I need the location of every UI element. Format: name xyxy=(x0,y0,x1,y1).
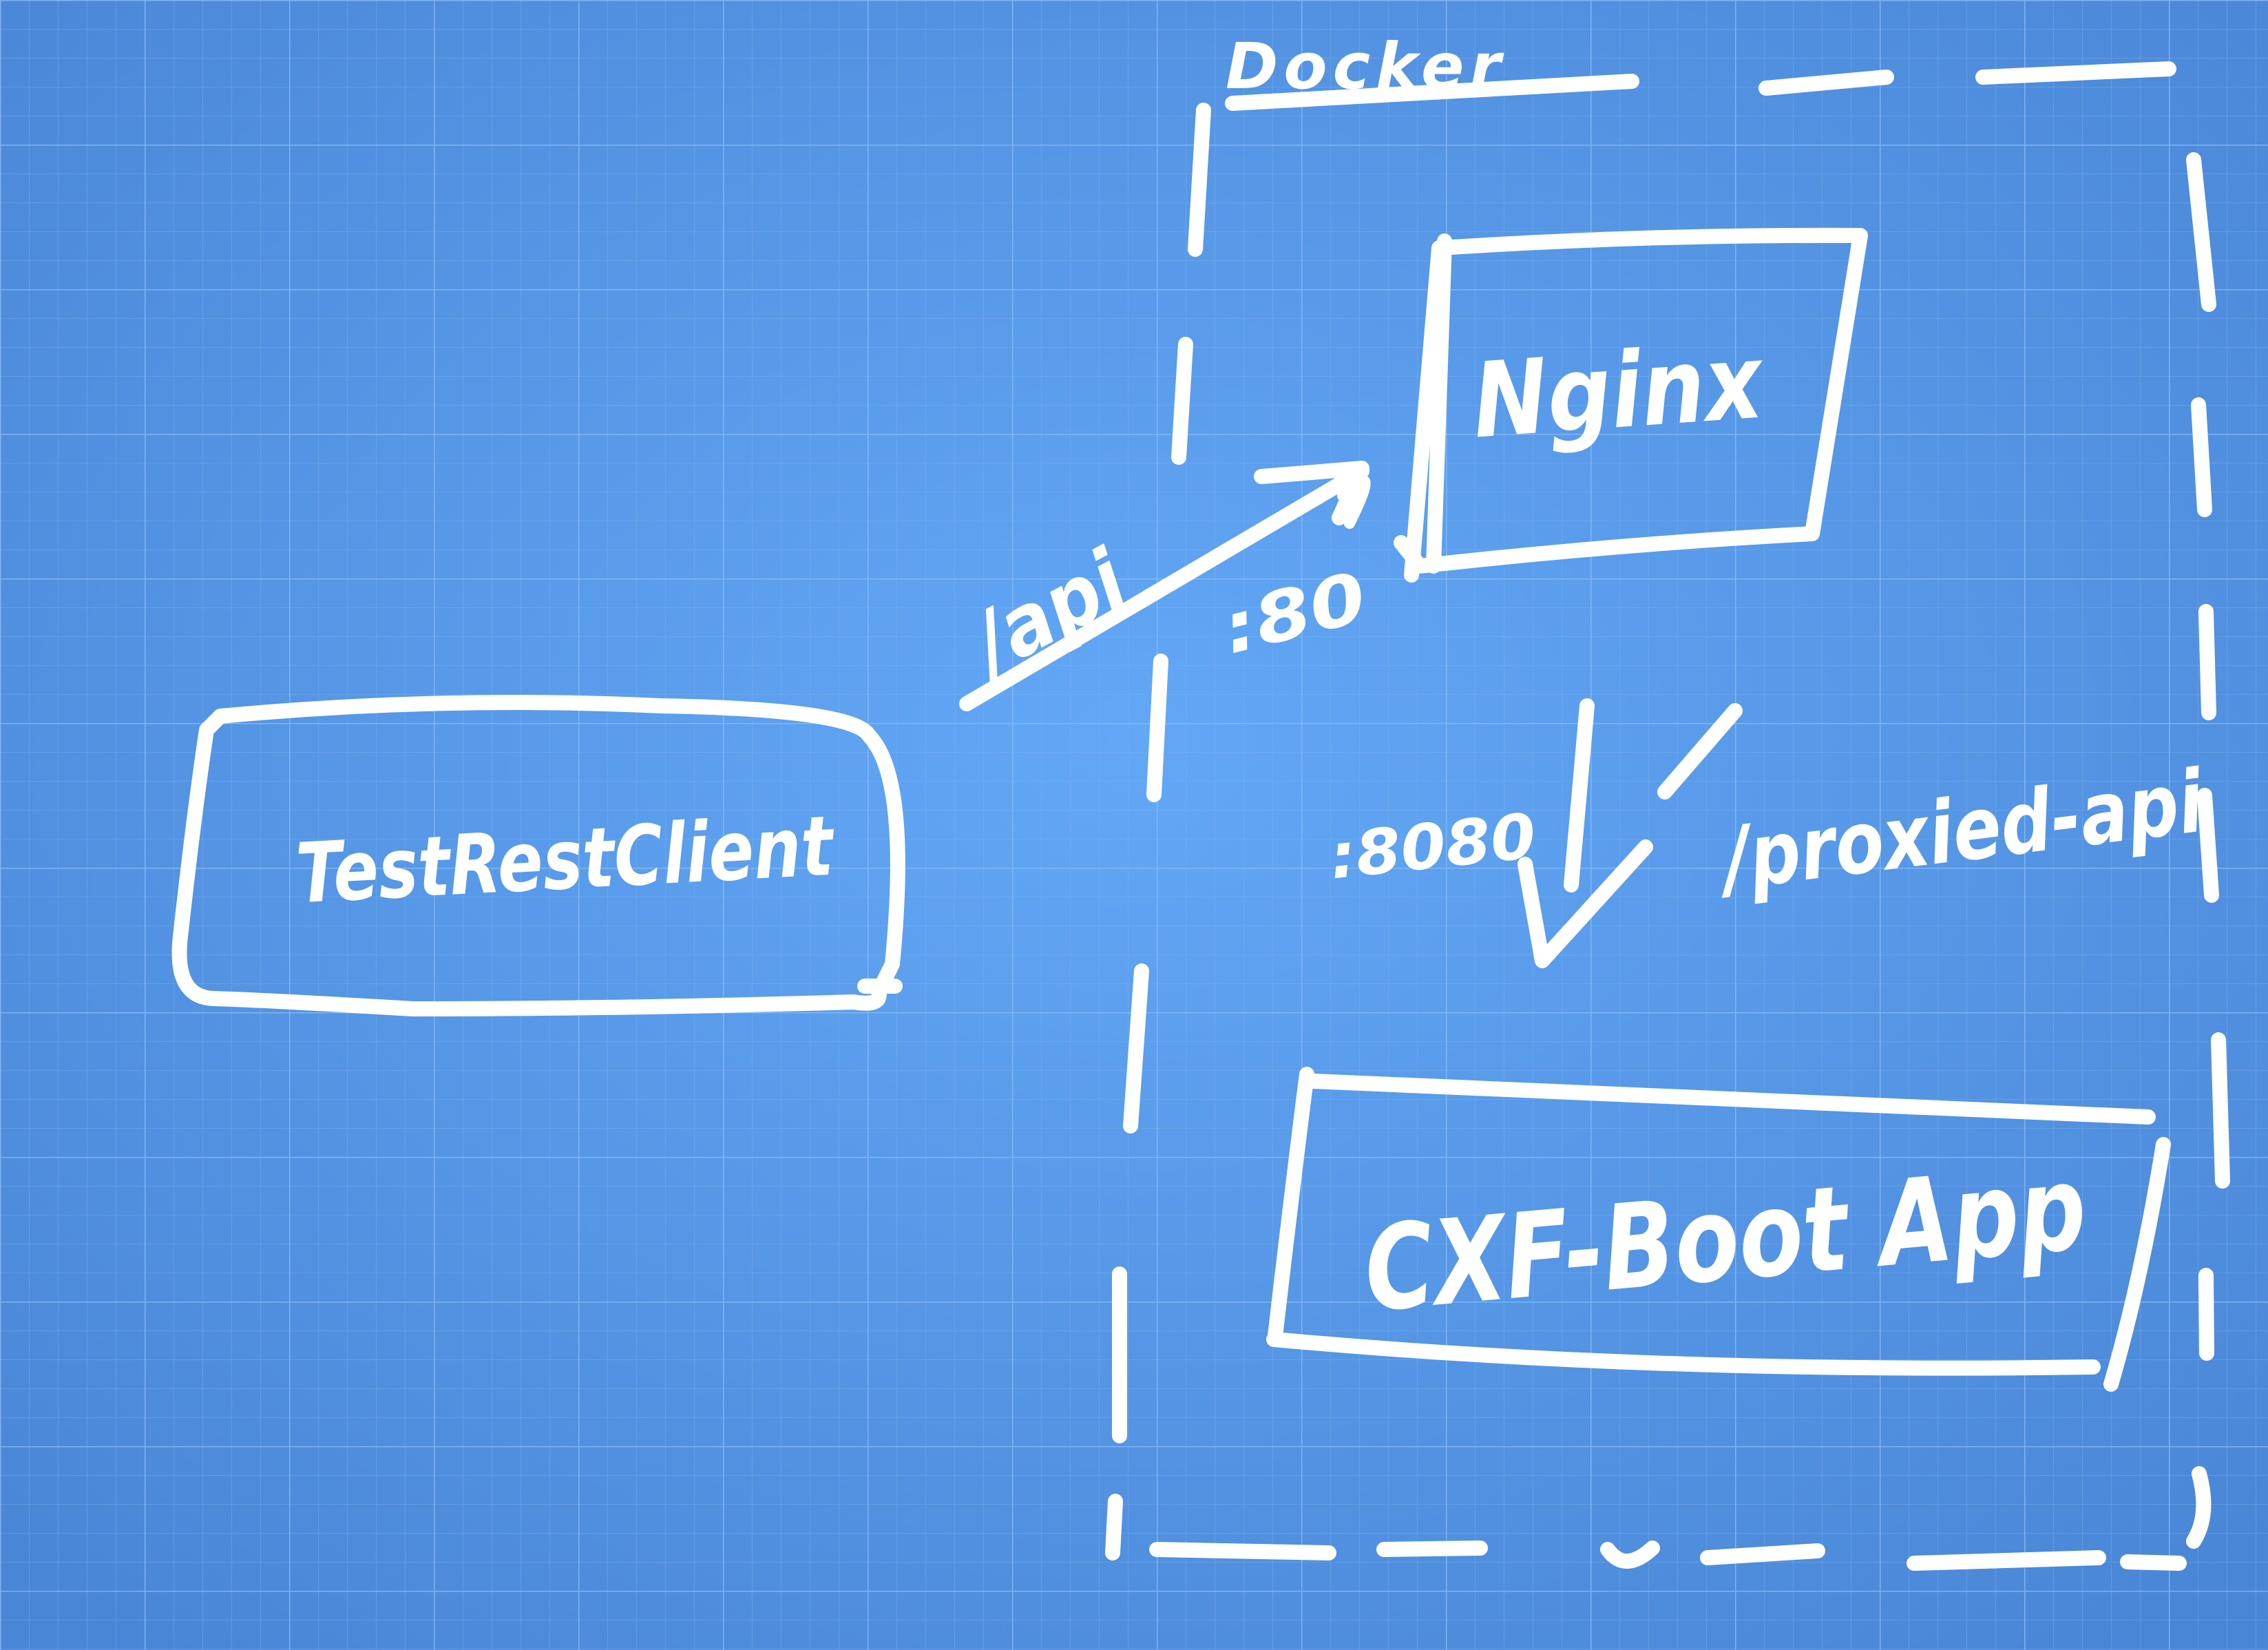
docker-bottom-dash-2 xyxy=(1376,1541,1488,1557)
docker-right-dash-5 xyxy=(2211,1032,2230,1189)
docker-left-dash-2 xyxy=(1171,337,1193,465)
docker-bottom-dash-6 xyxy=(2120,1554,2187,1571)
docker-right-dash-2 xyxy=(2191,397,2212,517)
proxy-label: Nginx xyxy=(1469,322,1769,461)
docker-left-dash-1 xyxy=(1188,103,1211,257)
docker-top-dash-2 xyxy=(1975,61,2176,85)
docker-bottom-dash-4 xyxy=(1700,1543,1825,1565)
docker-left-dash-3 xyxy=(1146,654,1168,802)
docker-bottom-dash-5 xyxy=(1907,1550,2106,1571)
docker-left-dash-6 xyxy=(1105,1494,1123,1560)
docker-right-dash-3 xyxy=(2198,604,2216,720)
architecture-diagram: Docker TestRestClient Nginx CXF-Boot App… xyxy=(0,0,2268,1650)
docker-bottom-dash-1 xyxy=(1149,1542,1336,1560)
docker-right-dash-6 xyxy=(2198,1268,2214,1361)
blueprint-canvas: Docker TestRestClient Nginx CXF-Boot App… xyxy=(0,0,2268,1650)
